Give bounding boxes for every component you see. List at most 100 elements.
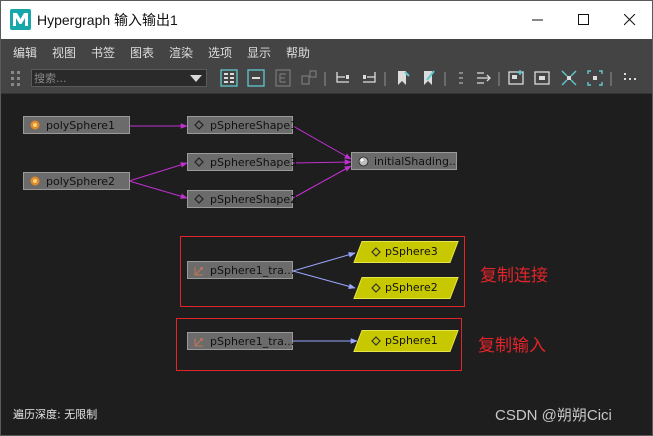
- node-initialshadinggroup[interactable]: initialShading...: [351, 152, 460, 170]
- shape-node-icon: [194, 120, 204, 130]
- graph-button[interactable]: [299, 68, 319, 88]
- menu-view[interactable]: 视图: [52, 44, 76, 61]
- shape-node-icon: [371, 283, 381, 293]
- node-psphere1-transform-b[interactable]: pSphere1_tra...: [187, 332, 295, 350]
- layout-hierarchy-button[interactable]: [474, 68, 494, 88]
- maximize-button[interactable]: [561, 1, 607, 39]
- node-psphereshape2[interactable]: pSphereShape2: [187, 190, 297, 208]
- search-box: [31, 69, 207, 87]
- downstream-icon: [363, 72, 376, 83]
- fit-all-button[interactable]: [585, 68, 605, 88]
- downstream-button[interactable]: [359, 68, 379, 88]
- menu-rendering[interactable]: 渲染: [169, 44, 193, 61]
- search-input[interactable]: [34, 70, 184, 86]
- hypergraph-window: Hypergraph 输入输出1 编辑 视图 书签 图表 渲染 选项 显示 帮助: [0, 0, 653, 436]
- node-polysphere2[interactable]: polySphere2: [23, 172, 130, 190]
- poly-sphere-icon: [30, 120, 40, 130]
- toolbar-grip-icon[interactable]: [9, 69, 27, 87]
- layout-hierarchy-icon: [477, 72, 491, 84]
- link-shape1-initial: [292, 125, 352, 160]
- node-label: polySphere2: [46, 175, 116, 188]
- shape-node-icon: [371, 336, 381, 346]
- upstream-icon: [336, 72, 349, 83]
- node-label: pSphere1: [385, 334, 438, 347]
- bookmark-add-button[interactable]: [392, 68, 412, 88]
- menu-graph[interactable]: 图表: [130, 44, 154, 61]
- node-psphere3[interactable]: pSphere3: [353, 241, 459, 263]
- toolbar-separator: [324, 72, 326, 86]
- minimize-button[interactable]: [515, 1, 561, 39]
- expand-icon: [275, 69, 291, 87]
- menu-edit[interactable]: 编辑: [13, 44, 37, 61]
- snapshot-button[interactable]: [506, 68, 526, 88]
- more-options-button[interactable]: [618, 68, 638, 88]
- node-psphere2[interactable]: pSphere2: [353, 277, 459, 299]
- close-icon: [624, 14, 636, 26]
- annotation-copy-connection: 复制连接: [480, 266, 548, 286]
- toolbar-separator: [384, 72, 386, 86]
- frame-all-icon: [220, 69, 238, 87]
- node-label: initialShading...: [374, 155, 460, 168]
- toolbar-separator: [498, 72, 500, 86]
- chevron-down-icon[interactable]: [190, 75, 202, 83]
- fit-selection-icon: [561, 70, 577, 86]
- node-label: pSphereShape1: [210, 119, 298, 132]
- frame-all-button[interactable]: [219, 68, 239, 88]
- node-psphereshape1[interactable]: pSphereShape1: [187, 116, 297, 134]
- graph-icon: [301, 70, 317, 85]
- transform-node-icon: [194, 338, 203, 347]
- maximize-icon: [578, 14, 589, 25]
- layout-list-icon: [459, 72, 463, 84]
- fit-all-icon: [587, 70, 603, 86]
- node-psphere1-transform-a[interactable]: pSphere1_tra...: [187, 261, 295, 279]
- annotation-copy-input: 复制输入: [478, 336, 546, 356]
- traversal-depth-status: 遍历深度: 无限制: [13, 408, 98, 421]
- node-psphereshape3[interactable]: pSphereShape3: [187, 153, 297, 171]
- link-shape3-initial: [292, 159, 352, 165]
- bookmark-add-icon: [398, 71, 410, 85]
- shading-group-icon: [358, 156, 369, 167]
- frame-button[interactable]: [532, 68, 552, 88]
- watermark: CSDN @朔朔Cici: [495, 407, 612, 424]
- maya-logo-icon: [10, 9, 31, 30]
- collapse-button[interactable]: [246, 68, 266, 88]
- frame-icon: [534, 71, 550, 85]
- node-psphere1[interactable]: pSphere1: [353, 330, 459, 352]
- toolbar-separator: [610, 72, 612, 86]
- expand-button[interactable]: [273, 68, 293, 88]
- node-label: pSphere1_tra...: [210, 335, 295, 348]
- shape-node-icon: [194, 194, 204, 204]
- shape-node-icon: [371, 247, 381, 257]
- menu-bar: 编辑 视图 书签 图表 渲染 选项 显示 帮助: [1, 39, 652, 63]
- bookmark-edit-icon: [424, 70, 435, 85]
- graph-canvas[interactable]: polySphere1 polySphere2 pSphereShape1 pS…: [1, 94, 652, 435]
- shape-node-icon: [194, 157, 204, 167]
- transform-node-icon: [194, 267, 203, 276]
- link-poly2-shape2: [128, 180, 188, 199]
- menu-show[interactable]: 显示: [247, 44, 271, 61]
- node-label: pSphere1_tra...: [210, 264, 295, 277]
- node-label: polySphere1: [46, 119, 116, 132]
- more-options-icon: [624, 73, 636, 80]
- fit-selection-button[interactable]: [559, 68, 579, 88]
- link-poly2-shape3: [128, 162, 188, 182]
- menu-bookmarks[interactable]: 书签: [91, 44, 115, 61]
- link-shape2-initial: [292, 165, 352, 199]
- window-title: Hypergraph 输入输出1: [37, 12, 178, 28]
- menu-options[interactable]: 选项: [208, 44, 232, 61]
- node-label: pSphereShape2: [210, 193, 298, 206]
- close-button[interactable]: [607, 1, 653, 39]
- upstream-button[interactable]: [333, 68, 353, 88]
- node-label: pSphereShape3: [210, 156, 298, 169]
- node-label: pSphere2: [385, 281, 438, 294]
- toolbar: [1, 63, 652, 94]
- layout-list-button[interactable]: [451, 68, 471, 88]
- menu-help[interactable]: 帮助: [286, 44, 310, 61]
- toolbar-separator: [444, 72, 446, 86]
- node-polysphere1[interactable]: polySphere1: [23, 116, 130, 134]
- bookmark-edit-button[interactable]: [418, 68, 438, 88]
- node-label: pSphere3: [385, 245, 438, 258]
- collapse-icon: [247, 69, 265, 87]
- title-bar[interactable]: Hypergraph 输入输出1: [1, 1, 652, 39]
- snapshot-icon: [508, 70, 524, 85]
